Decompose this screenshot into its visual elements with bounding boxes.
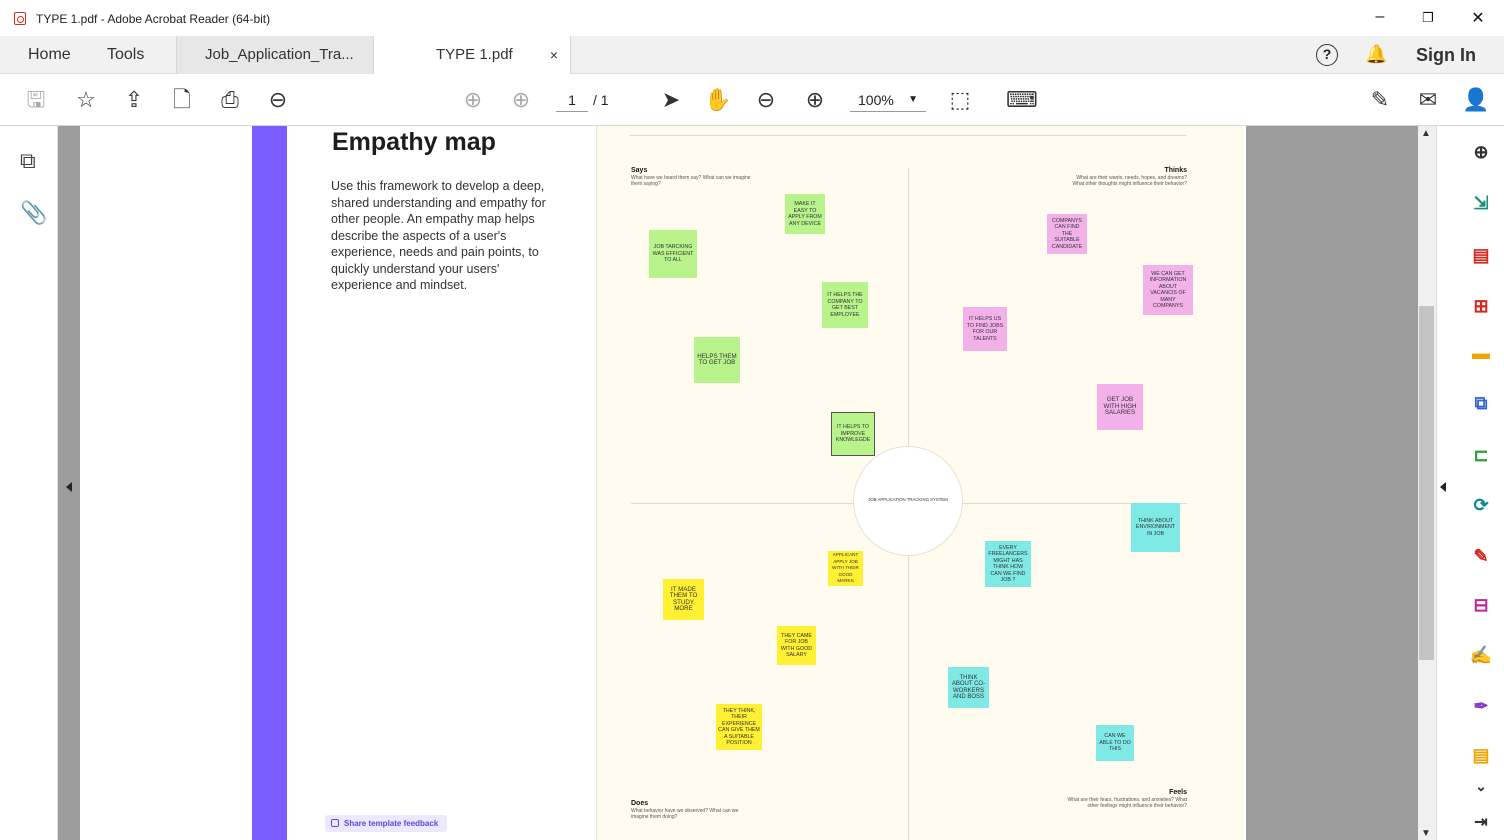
right-tools-pane: [1436, 126, 1504, 840]
prev-page-icon[interactable]: ⊕: [459, 87, 487, 113]
tab-job-application[interactable]: Job_Application_Tra...: [176, 36, 374, 74]
scroll-down-icon[interactable]: ▼: [1421, 828, 1431, 839]
tab-home[interactable]: Home: [28, 36, 71, 74]
comment-icon[interactable]: ▬: [1468, 340, 1494, 366]
minimize-button[interactable]: –: [1370, 8, 1390, 26]
page-number-input[interactable]: 1: [556, 88, 588, 112]
bell-icon[interactable]: 🔔: [1365, 44, 1387, 65]
thinks-quadrant-label: Thinks What are their wants, needs, hopes…: [1067, 167, 1187, 188]
sticky-note[interactable]: WE CAN GET INFORMATION ABOUT VACANCIS OF…: [1143, 265, 1193, 315]
says-quadrant-label: Says What have we heard them say? What ca…: [631, 167, 751, 188]
scrollbar-thumb[interactable]: [1419, 306, 1434, 660]
sign-in-button[interactable]: Sign In: [1416, 45, 1476, 66]
bookmark-star-icon[interactable]: ☆: [72, 87, 100, 113]
upload-cloud-icon[interactable]: ⇪: [120, 87, 148, 113]
create-pdf-icon[interactable]: ⊞: [1468, 293, 1494, 319]
zoom-select[interactable]: 100% ▼: [850, 88, 926, 112]
add-user-icon[interactable]: 👤: [1462, 87, 1490, 113]
collapse-left-icon[interactable]: [66, 482, 72, 492]
sticky-note[interactable]: EVERY FREELANCERS MIGHT HAS THINK HOW CA…: [985, 541, 1031, 587]
collapse-right-icon[interactable]: [1440, 482, 1446, 492]
does-quadrant-label: Does What behavior have we observed? What…: [631, 800, 751, 821]
sticky-note[interactable]: IT HELPS US TO FIND JOBS FOR OUR TALENTS: [963, 307, 1007, 351]
center-circle: JOB APPLICATION TRACKING SYSTEM: [853, 446, 963, 556]
search-zoom-icon[interactable]: ⊖: [264, 87, 292, 113]
fill-sign-icon[interactable]: ✎: [1468, 543, 1494, 569]
quadrant-question: What have we heard them say? What can we…: [631, 174, 751, 188]
sticky-note[interactable]: APPLICANT APPLY JOB WITH THEIR GOOD MARK…: [828, 551, 863, 586]
email-icon[interactable]: ✉: [1414, 87, 1442, 113]
chevron-down-icon[interactable]: ⌄: [1468, 773, 1494, 799]
sticky-note[interactable]: COMPANYS CAN FIND THE SUITABLE CANDIDATE: [1047, 214, 1087, 254]
sticky-note[interactable]: MAKE IT EASY TO APPLY FROM ANY DEVICE: [785, 194, 825, 234]
empathy-board: JOB APPLICATION TRACKING SYSTEM Says What…: [596, 126, 1243, 840]
combine-files-icon[interactable]: ⧉: [1468, 390, 1494, 416]
feels-quadrant-label: Feels What are their fears, frustrations,…: [1067, 789, 1188, 810]
quadrant-question: What are their fears, frustrations, and …: [1067, 796, 1188, 810]
sticky-note[interactable]: THINK ABOUT CO-WORKERS AND BOSS: [948, 667, 989, 708]
hand-tool-icon[interactable]: ✋: [704, 87, 732, 113]
sign-pen-icon[interactable]: ✎: [1366, 87, 1394, 113]
zoom-in-icon[interactable]: ⊕: [801, 87, 829, 113]
expand-pane-icon[interactable]: ⇥: [1468, 810, 1494, 836]
acrobat-icon: [14, 12, 26, 25]
quadrant-question: What behavior have we observed? What can…: [631, 807, 739, 821]
left-nav-pane: ⧉ 📎: [0, 126, 58, 840]
close-tab-icon[interactable]: ×: [550, 36, 558, 74]
select-cursor-icon[interactable]: ➤: [657, 87, 685, 113]
attachment-icon[interactable]: 📎: [20, 200, 47, 226]
title-bar: TYPE 1.pdf - Adobe Acrobat Reader (64-bi…: [0, 0, 1504, 36]
scroll-up-icon[interactable]: ▲: [1421, 128, 1431, 139]
tab-type1[interactable]: TYPE 1.pdf ×: [373, 36, 571, 75]
organize-pages-icon[interactable]: ▤: [1468, 242, 1494, 268]
compress-pdf-icon[interactable]: ⊏: [1468, 442, 1494, 468]
accent-bar: [252, 126, 287, 840]
save-icon[interactable]: 🖫: [22, 87, 50, 113]
divider: [629, 135, 1187, 136]
window-title: TYPE 1.pdf - Adobe Acrobat Reader (64-bi…: [36, 12, 271, 26]
zoom-tool-icon[interactable]: ⊕: [1468, 139, 1494, 165]
print-icon[interactable]: ⎙: [216, 87, 244, 113]
sticky-note[interactable]: IT MADE THEM TO STUDY MORE: [663, 579, 704, 620]
sticky-note[interactable]: CAN WE ABLE TO DO THIS: [1096, 725, 1134, 761]
page-thumbnails-icon[interactable]: ⧉: [20, 148, 36, 174]
sticky-note[interactable]: THEY CAME FOR JOB WITH GOOD SALARY: [777, 626, 816, 665]
sticky-note[interactable]: HELPS THEM TO GET JOB: [694, 337, 740, 383]
signature-icon[interactable]: ✒: [1468, 693, 1494, 719]
export-pdf-icon[interactable]: ⇲: [1468, 190, 1494, 216]
help-icon[interactable]: ?: [1316, 44, 1338, 66]
tab-bar: Home Tools Job_Application_Tra... TYPE 1…: [0, 36, 1504, 75]
close-window-button[interactable]: ✕: [1468, 8, 1488, 28]
page-description: Use this framework to develop a deep, sh…: [331, 179, 546, 292]
chevron-down-icon: ▼: [908, 94, 918, 105]
tab-tools[interactable]: Tools: [107, 36, 144, 74]
sticky-note[interactable]: JOB TARCKING WAS EFFICIENT TO ALL: [649, 230, 697, 278]
feedback-icon: [331, 819, 339, 827]
quadrant-question: What are their wants, needs, hopes, and …: [1072, 174, 1187, 188]
zoom-out-icon[interactable]: ⊖: [752, 87, 780, 113]
share-file-icon[interactable]: 🗋: [168, 87, 196, 113]
read-mode-icon[interactable]: ⌨: [1006, 87, 1038, 113]
pdf-page: Empathy map Use this framework to develo…: [80, 126, 1246, 840]
sticky-note[interactable]: IT HELPS TO IMPROVE KNOWLEGDE: [831, 412, 875, 456]
next-page-icon[interactable]: ⊕: [507, 87, 535, 113]
tab-label: Job_Application_Tra...: [205, 46, 354, 63]
zoom-value: 100%: [858, 92, 894, 108]
sticky-note[interactable]: THEY THINK, THEIR EXPERIENCE CAN GIVE TH…: [716, 704, 762, 750]
request-signature-icon[interactable]: ✍: [1468, 642, 1494, 668]
sticky-note[interactable]: GET JOB WITH HIGH SALARIES: [1097, 384, 1143, 430]
fit-page-icon[interactable]: ⬚: [946, 87, 974, 113]
page-heading: Empathy map: [332, 128, 496, 156]
sticky-note[interactable]: THINK ABOUT ENVIRONMENT IN JOB: [1131, 503, 1180, 552]
send-comments-icon[interactable]: ▤: [1468, 742, 1494, 768]
page-total: / 1: [593, 92, 609, 108]
tab-label: TYPE 1.pdf: [436, 46, 513, 63]
restore-button[interactable]: ❐: [1418, 10, 1438, 26]
protect-icon[interactable]: ⊟: [1468, 592, 1494, 618]
feedback-button[interactable]: Share template feedback: [325, 815, 447, 832]
feedback-label: Share template feedback: [344, 819, 439, 828]
sticky-note[interactable]: IT HELPS THE COMPANY TO GET BEST EMPLOYE…: [822, 282, 868, 328]
convert-icon[interactable]: ⟳: [1468, 492, 1494, 518]
